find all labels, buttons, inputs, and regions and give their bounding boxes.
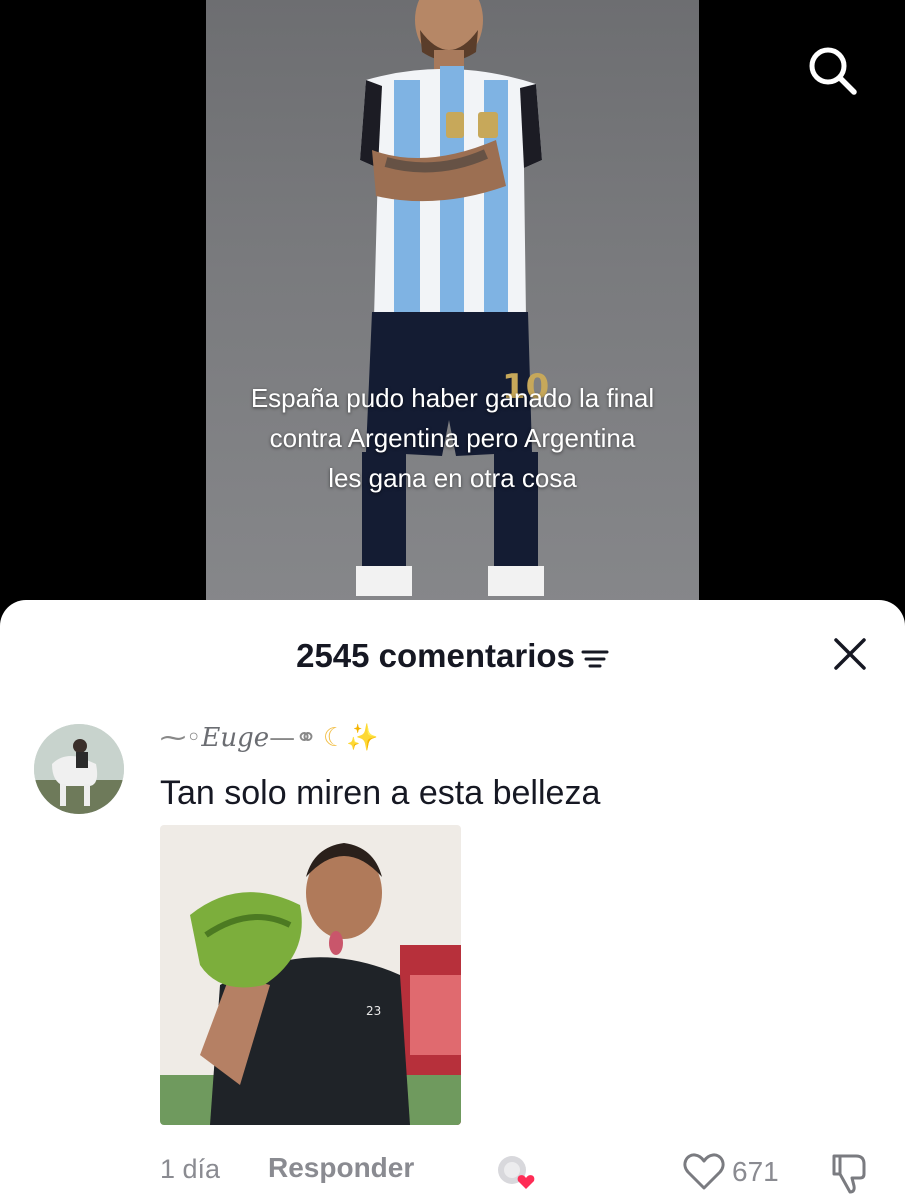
thumbs-down-icon	[832, 1154, 866, 1194]
like-button[interactable]: 671	[682, 1150, 779, 1194]
moon-icon: ☾	[322, 723, 347, 753]
dislike-button[interactable]	[826, 1150, 872, 1194]
comment-time: 1 día	[160, 1154, 221, 1184]
comment-username[interactable]: ⁓◦ Euge —⚭ ☾ ✨	[160, 718, 379, 758]
comment-text: Tan solo miren a esta belleza	[160, 774, 601, 812]
creator-liked-icon	[492, 1150, 542, 1194]
svg-text:23: 23	[366, 1004, 381, 1018]
like-count: 671	[732, 1156, 779, 1187]
filter-icon[interactable]	[581, 648, 609, 670]
search-button[interactable]	[800, 38, 864, 102]
caption-line: España pudo haber ganado la final	[250, 383, 655, 413]
username-rings: —⚭	[269, 723, 317, 753]
player-photo: 10	[356, 0, 549, 596]
heart-icon	[683, 1153, 725, 1190]
avatar[interactable]	[34, 724, 124, 814]
username-prefix: ⁓◦	[160, 723, 202, 753]
close-icon	[834, 638, 866, 670]
screen: 10 España pudo haber ganado la final con…	[0, 0, 905, 1200]
comment-item: ⁓◦ Euge —⚭ ☾ ✨ Tan solo miren a esta bel…	[0, 710, 905, 1200]
comments-header: 2545 comentarios	[0, 634, 905, 678]
video-caption: España pudo haber ganado la final contra…	[206, 378, 699, 498]
comment-footer: 1 día Responder 671	[0, 1150, 905, 1200]
video-player[interactable]: 10 España pudo haber ganado la final con…	[206, 0, 699, 610]
username-name: Euge	[201, 723, 270, 753]
caption-line: contra Argentina pero Argentina	[269, 423, 636, 453]
close-button[interactable]	[826, 630, 874, 678]
sparkle-icon: ✨	[346, 723, 379, 753]
comment-image[interactable]: 23	[160, 825, 461, 1125]
comment-count: 2545 comentarios	[296, 637, 575, 674]
comments-sheet: 2545 comentarios ⁓◦ Euge —⚭ ☾ ✨ Tan solo…	[0, 600, 905, 1200]
caption-line: les gana en otra cosa	[328, 463, 577, 493]
reply-button[interactable]: Responder	[268, 1152, 414, 1184]
search-icon	[809, 47, 857, 95]
